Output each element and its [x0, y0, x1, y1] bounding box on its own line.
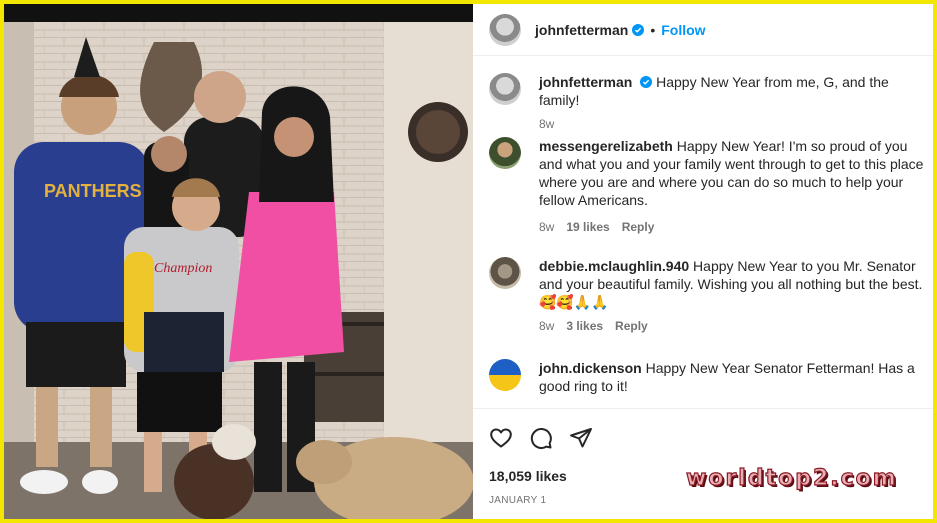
svg-text:Champion: Champion: [154, 261, 212, 276]
post-photo[interactable]: PANTHERS Champion: [4, 4, 473, 519]
family-photo-image: PANTHERS Champion: [4, 22, 473, 519]
verified-badge-icon: [640, 76, 653, 88]
comment-meta: 8w 3 likes Reply: [539, 317, 929, 335]
post-actions-section: 18,059 likes JANUARY 1: [473, 408, 933, 519]
likes-count[interactable]: 18,059 likes: [489, 468, 567, 484]
verified-badge-icon: [632, 23, 645, 36]
comment-item: debbie.mclaughlin.940 Happy New Year to …: [489, 257, 929, 335]
watermark-text: worldtop2.com: [685, 465, 898, 491]
comment-body: john.dickenson Happy New Year Senator Fe…: [539, 359, 929, 395]
action-bar: [489, 426, 593, 450]
comment-username[interactable]: messengerelizabeth: [539, 138, 673, 154]
comment-meta: 8w 19 likes Reply: [539, 218, 929, 236]
follow-button[interactable]: Follow: [661, 22, 705, 38]
separator-dot: •: [650, 21, 656, 38]
post-side-panel: johnfetterman • Follow johnfetterman Hap…: [473, 4, 933, 519]
comment-meta: 8w: [539, 115, 929, 133]
comment-time: 8w: [539, 220, 555, 234]
photo-top-bar: [4, 4, 473, 22]
svg-text:PANTHERS: PANTHERS: [44, 181, 142, 201]
reply-button[interactable]: Reply: [622, 218, 655, 236]
comment-username[interactable]: johnfetterman: [539, 74, 632, 90]
comment-time: 8w: [539, 117, 555, 131]
share-icon[interactable]: [569, 426, 593, 450]
comment-time: 8w: [539, 319, 555, 333]
comment-likes[interactable]: 3 likes: [566, 317, 603, 335]
comment-item: johnfetterman Happy New Year from me, G,…: [489, 73, 929, 133]
comment-body: debbie.mclaughlin.940 Happy New Year to …: [539, 257, 929, 335]
reply-button[interactable]: Reply: [615, 317, 648, 335]
comment-item: messengerelizabeth Happy New Year! I'm s…: [489, 137, 929, 236]
comment-body: messengerelizabeth Happy New Year! I'm s…: [539, 137, 929, 236]
commenter-avatar[interactable]: [489, 137, 521, 169]
comments-list[interactable]: johnfetterman Happy New Year from me, G,…: [473, 56, 933, 411]
comment-username[interactable]: debbie.mclaughlin.940: [539, 258, 689, 274]
comment-icon[interactable]: [529, 426, 553, 450]
post-header: johnfetterman • Follow: [473, 4, 933, 56]
author-avatar[interactable]: [489, 13, 521, 46]
post-date: JANUARY 1: [489, 495, 547, 506]
commenter-avatar[interactable]: [489, 73, 521, 105]
comment-body: johnfetterman Happy New Year from me, G,…: [539, 73, 929, 133]
comment-item: john.dickenson Happy New Year Senator Fe…: [489, 359, 929, 395]
comment-username[interactable]: john.dickenson: [539, 360, 642, 376]
comment-likes[interactable]: 19 likes: [566, 218, 609, 236]
commenter-avatar[interactable]: [489, 257, 521, 289]
heart-icon[interactable]: [489, 426, 513, 450]
commenter-avatar[interactable]: [489, 359, 521, 391]
author-username[interactable]: johnfetterman: [535, 22, 628, 38]
comment-emojis: 🥰🥰🙏🙏: [539, 294, 609, 310]
